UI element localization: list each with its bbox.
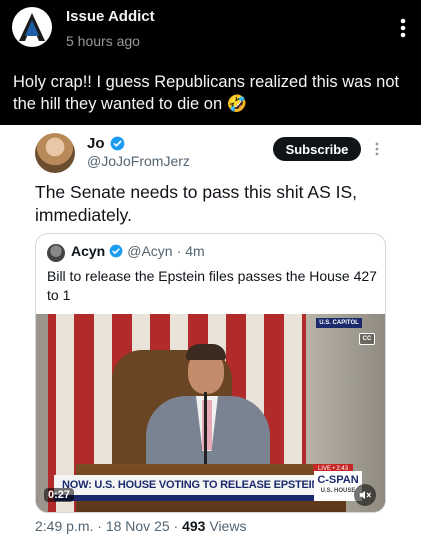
location-badge: U.S. CAPITOL [316, 318, 362, 328]
mute-button[interactable] [354, 484, 376, 506]
video-speaker-hair [186, 344, 226, 360]
separator-dot: · [97, 518, 102, 534]
quoted-author-avatar[interactable] [47, 244, 65, 262]
verified-badge-icon [110, 136, 124, 151]
video-duration: 0:27 [44, 488, 75, 502]
tweet-date[interactable]: 18 Nov 25 [106, 518, 170, 534]
tweet-author-avatar[interactable] [35, 133, 75, 173]
separator-dot: · [176, 243, 182, 259]
logo-icon [19, 13, 45, 41]
video-wall-left [36, 314, 48, 512]
tweet-time[interactable]: 2:49 p.m. [35, 518, 93, 534]
captions-button[interactable]: CC [359, 333, 375, 345]
quoted-author-handle[interactable]: @Acyn [127, 243, 172, 259]
post-time: 5 hours ago [66, 33, 140, 49]
speaker-muted-icon [359, 490, 371, 500]
tweet-author-name: Jo [87, 135, 105, 152]
quoted-tweet-age: 4m [185, 243, 205, 259]
issue-addict-logo[interactable] [12, 7, 52, 47]
quoted-tweet-text: Bill to release the Epstein files passes… [47, 268, 377, 303]
tweet-more-button[interactable] [372, 139, 382, 159]
video-player[interactable]: U.S. CAPITOL CC NOW: U.S. HOUSE VOTING T… [36, 314, 385, 512]
tweet-author-handle[interactable]: @JoJoFromJerz [87, 153, 190, 169]
quoted-author-name[interactable]: Acyn [71, 243, 105, 259]
more-options-button[interactable] [394, 14, 412, 42]
news-chyron: NOW: U.S. HOUSE VOTING TO RELEASE EPSTEI… [54, 475, 348, 495]
verified-badge-icon [109, 244, 123, 258]
post-header: Issue Addict 5 hours ago [0, 0, 421, 60]
tweet-text: The Senate needs to pass this shit AS IS… [35, 182, 357, 225]
subscribe-button[interactable]: Subscribe [273, 137, 361, 161]
network-subtitle: U.S. HOUSE [320, 488, 356, 494]
views-label: Views [209, 518, 247, 534]
post-text: Holy crap!! I guess Republicans realized… [13, 73, 400, 113]
tweet-footer: 2:49 p.m. · 18 Nov 25 · 493 Views [35, 518, 246, 534]
views-count: 493 [182, 518, 206, 534]
quoted-tweet-header: Acyn @Acyn · 4m [71, 243, 205, 259]
post-author[interactable]: Issue Addict [66, 8, 155, 25]
tweet-author-name-row[interactable]: Jo [87, 135, 125, 152]
vertical-dots-icon [375, 142, 379, 156]
network-name: C-SPAN [317, 474, 359, 486]
separator-dot: · [173, 518, 179, 534]
vertical-dots-icon [400, 18, 406, 38]
chyron-bar [54, 495, 348, 501]
quoted-tweet[interactable]: Acyn @Acyn · 4m Bill to release the Epst… [35, 233, 386, 513]
embedded-tweet[interactable]: Jo @JoJoFromJerz Subscribe The Senate ne… [0, 125, 421, 547]
